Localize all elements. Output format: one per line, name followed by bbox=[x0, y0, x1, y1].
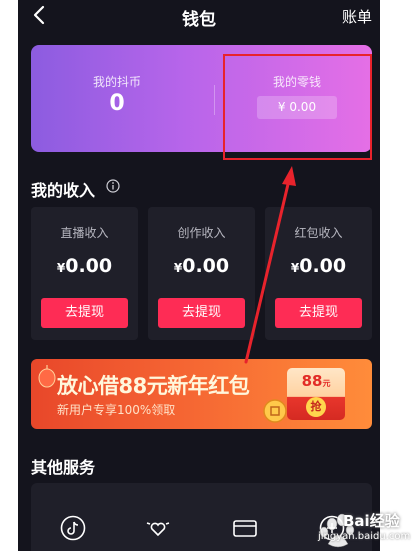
promo-banner[interactable]: 放心借88元新年红包 新用户专享100%领取 88元 抢 bbox=[31, 359, 372, 429]
card-icon[interactable] bbox=[232, 515, 258, 541]
income-card-live: 直播收入 ¥0.00 去提现 bbox=[31, 207, 138, 340]
services-title: 其他服务 bbox=[31, 458, 96, 477]
coin-icon bbox=[263, 399, 287, 423]
wallet-screen: 钱包 账单 我的抖币 0 我的零钱 ¥ 0.00 我的收入 直播收入 ¥0.00… bbox=[18, 0, 380, 551]
ledger-link[interactable]: 账单 bbox=[342, 6, 372, 27]
header: 钱包 账单 bbox=[18, 0, 380, 32]
red-packet: 88元 抢 bbox=[287, 368, 345, 420]
income-value: ¥0.00 bbox=[173, 255, 230, 277]
coins-label: 我的抖币 bbox=[92, 75, 141, 89]
income-label: 红包收入 bbox=[294, 226, 343, 240]
page-title: 钱包 bbox=[182, 10, 216, 30]
banner-subtitle: 新用户专享100%领取 bbox=[57, 403, 176, 417]
income-card-redpacket: 红包收入 ¥0.00 去提现 bbox=[265, 207, 372, 340]
coins-value: 0 bbox=[109, 91, 125, 116]
withdraw-button[interactable]: 去提现 bbox=[41, 298, 128, 328]
coins-block[interactable]: 我的抖币 0 bbox=[31, 45, 203, 152]
info-icon[interactable] bbox=[106, 179, 120, 193]
income-label: 创作收入 bbox=[177, 226, 226, 240]
watermark-text: Bai经验 bbox=[343, 512, 400, 530]
withdraw-button[interactable]: 去提现 bbox=[275, 298, 362, 328]
card-divider bbox=[214, 85, 215, 115]
heart-wings-icon[interactable] bbox=[145, 515, 171, 541]
income-card-creation: 创作收入 ¥0.00 去提现 bbox=[148, 207, 255, 340]
banner-title: 放心借88元新年红包 bbox=[57, 374, 250, 398]
income-title: 我的收入 bbox=[31, 181, 96, 200]
watermark-url: jingyan.baidu.com bbox=[318, 531, 411, 542]
income-value: ¥0.00 bbox=[56, 255, 113, 277]
income-label: 直播收入 bbox=[60, 226, 109, 240]
lantern-icon bbox=[38, 365, 56, 388]
annotation-highlight-box bbox=[223, 54, 372, 160]
red-packet-amount: 88元 bbox=[301, 372, 331, 390]
douyin-icon[interactable] bbox=[60, 515, 86, 541]
withdraw-button[interactable]: 去提现 bbox=[158, 298, 245, 328]
income-value: ¥0.00 bbox=[290, 255, 347, 277]
grab-button[interactable]: 抢 bbox=[306, 397, 326, 417]
